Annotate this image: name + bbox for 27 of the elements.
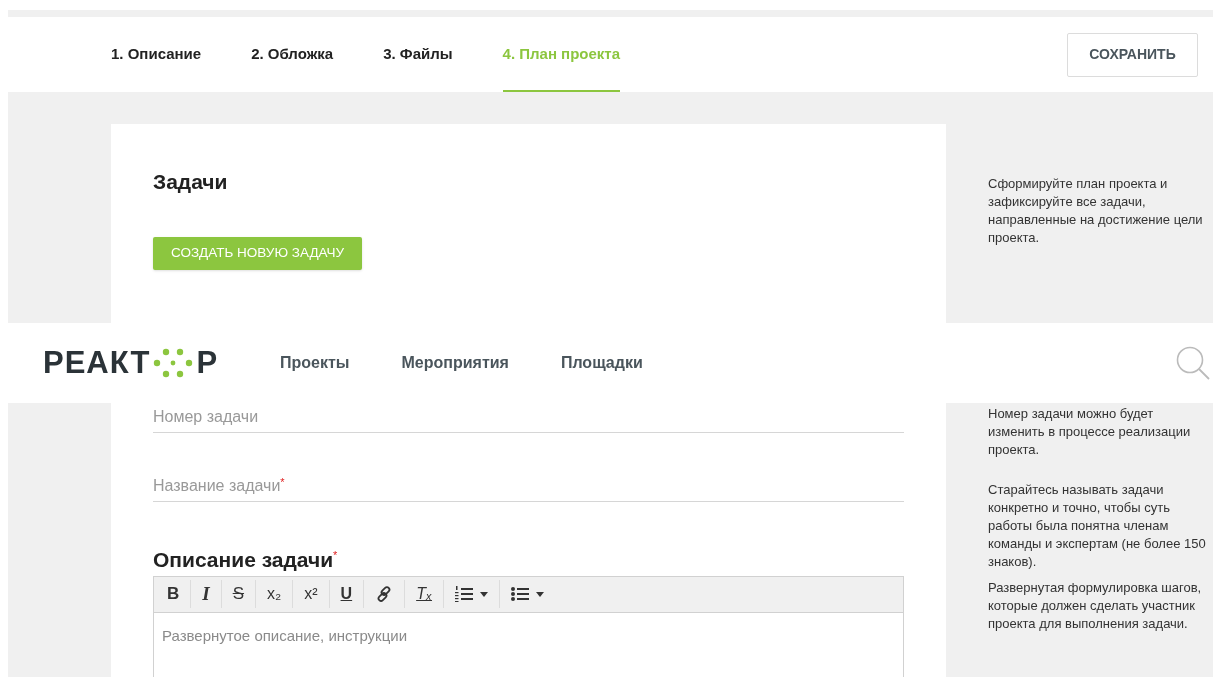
hint-text: Сформируйте план проекта и зафиксируйте все задачи, направленные на достижение цели проекта.	[988, 175, 1204, 247]
subscript-button[interactable]: x₂	[256, 580, 294, 609]
section-title: Задачи	[153, 169, 228, 195]
hint-text: Старайтесь называть задачи конкретно и точно, чтобы суть работы была понятна членам команды и экспертам (не более 150 знаков).	[988, 481, 1207, 571]
dots-logo-icon	[152, 348, 195, 378]
step-tab[interactable]: 3. Файлы	[383, 17, 453, 92]
input-field[interactable]: Название задачи*	[153, 475, 904, 502]
logo-text[interactable]: Р	[196, 339, 219, 387]
required-mark: *	[333, 547, 338, 563]
logo-text[interactable]: РЕАКТ	[43, 339, 151, 387]
bold-button[interactable]: B	[156, 580, 192, 609]
step-tab[interactable]: 2. Обложка	[251, 17, 334, 92]
superscript-button[interactable]: x²	[293, 580, 330, 609]
save-button[interactable]: СОХРАНИТЬ	[1067, 32, 1198, 77]
hint-text: Развернутая формулировка шагов, которые должен сделать участник проекта для выполнения задачи.	[988, 579, 1203, 633]
description-placeholder[interactable]: Развернутое описание, инструкции	[154, 612, 416, 648]
nav-link[interactable]: Проекты	[280, 351, 350, 375]
underline-button[interactable]: U	[329, 580, 365, 609]
clear-format-button[interactable]: Tₓ	[405, 580, 444, 609]
required-mark: *	[280, 474, 285, 488]
nav-link[interactable]: Площадки	[560, 351, 643, 375]
nav-link[interactable]: Мероприятия	[401, 351, 509, 375]
italic-button[interactable]: I	[191, 580, 222, 609]
hint-text: Номер задачи можно будет изменить в процессе реализации проекта.	[988, 405, 1192, 459]
step-tab[interactable]: 1. Описание	[111, 17, 202, 92]
strikethrough-button[interactable]: S	[221, 580, 257, 609]
description-title: Описание задачи	[153, 546, 334, 573]
